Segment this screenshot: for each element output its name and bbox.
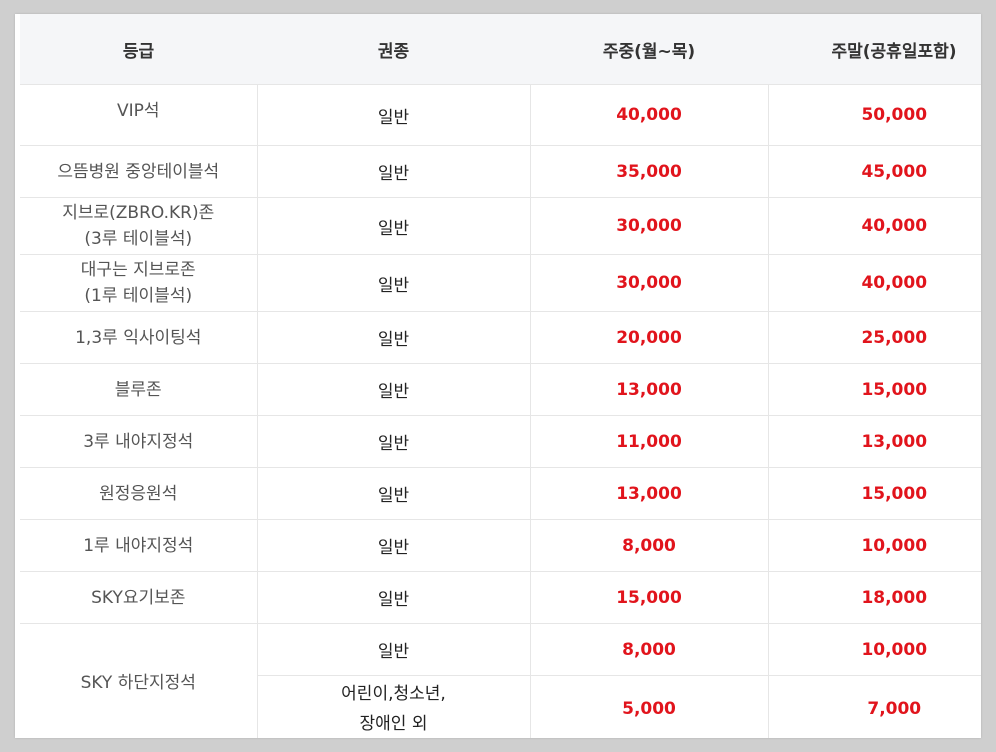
grade-line: (3루 테이블석)	[84, 229, 193, 249]
ticket-type-cell: 일반	[256, 363, 530, 416]
weekend-price: 15,000	[767, 467, 981, 520]
table-row: VIP석 일반 40,000 50,000	[20, 84, 981, 146]
table-row: 3루 내야지정석 일반 11,000 13,000	[20, 415, 981, 468]
ticket-type-cell: 일반	[256, 254, 530, 312]
grade-cell: VIP석	[20, 84, 257, 146]
weekday-price: 40,000	[529, 84, 768, 146]
table-row: 원정응원석 일반 13,000 15,000	[20, 467, 981, 520]
table-row: 으뜸병원 중앙테이블석 일반 35,000 45,000	[20, 145, 981, 198]
ticket-type-cell: 일반	[256, 519, 530, 572]
table-row: 대구는 지브로존 (1루 테이블석) 일반 30,000 40,000	[20, 254, 981, 312]
grade-cell: 3루 내야지정석	[20, 415, 257, 468]
weekend-price: 18,000	[767, 571, 981, 624]
ticket-type-cell: 일반	[256, 145, 530, 198]
weekend-price: 7,000	[767, 675, 981, 738]
grade-line: 대구는 지브로존	[80, 260, 196, 280]
weekday-price: 20,000	[529, 311, 768, 364]
table-header-row: 등급 권종 주중(월~목) 주말(공휴일포함)	[20, 14, 981, 85]
table-row: SKY요기보존 일반 15,000 18,000	[20, 571, 981, 624]
weekday-price: 13,000	[529, 363, 768, 416]
weekend-price: 10,000	[767, 519, 981, 572]
grade-line: (1루 테이블석)	[84, 286, 193, 306]
ticket-type-cell: 일반	[256, 84, 530, 146]
grade-cell: 으뜸병원 중앙테이블석	[20, 145, 257, 198]
ticket-type-cell: 일반	[256, 571, 530, 624]
weekday-price: 5,000	[529, 675, 768, 738]
weekday-price: 8,000	[529, 519, 768, 572]
grade-cell: 1루 내야지정석	[20, 519, 257, 572]
ticket-type-line: 장애인 외	[359, 714, 428, 734]
grade-cell: 블루존	[20, 363, 257, 416]
ticket-type-cell: 일반	[256, 467, 530, 520]
ticket-type-cell: 일반	[256, 415, 530, 468]
price-table-panel: 등급 권종 주중(월~목) 주말(공휴일포함) VIP석 일반 40,000 5…	[15, 14, 981, 738]
weekday-price: 11,000	[529, 415, 768, 468]
ticket-type-cell: 일반	[256, 623, 530, 676]
weekday-price: 35,000	[529, 145, 768, 198]
header-weekend: 주말(공휴일포함)	[768, 14, 981, 85]
ticket-type-cell: 어린이,청소년, 장애인 외	[256, 675, 530, 738]
weekday-price: 30,000	[529, 254, 768, 312]
weekday-price: 8,000	[529, 623, 768, 676]
ticket-type-line: 어린이,청소년,	[341, 684, 446, 704]
grade-line: 지브로(ZBRO.KR)존	[62, 203, 215, 223]
ticket-type-cell: 일반	[256, 311, 530, 364]
table-row: 1,3루 익사이팅석 일반 20,000 25,000	[20, 311, 981, 364]
table-row: SKY 하단지정석 일반 8,000 10,000	[20, 623, 981, 738]
weekend-price: 13,000	[767, 415, 981, 468]
table-row: 1루 내야지정석 일반 8,000 10,000	[20, 519, 981, 572]
grade-cell: SKY요기보존	[20, 571, 257, 624]
grade-cell: 원정응원석	[20, 467, 257, 520]
grade-cell: 지브로(ZBRO.KR)존 (3루 테이블석)	[20, 197, 257, 255]
weekday-price: 13,000	[529, 467, 768, 520]
header-grade: 등급	[20, 14, 257, 85]
table-row: 지브로(ZBRO.KR)존 (3루 테이블석) 일반 30,000 40,000	[20, 197, 981, 255]
ticket-type-cell: 일반	[256, 197, 530, 255]
weekend-price: 10,000	[767, 623, 981, 676]
grade-cell: 대구는 지브로존 (1루 테이블석)	[20, 254, 257, 312]
weekend-price: 40,000	[767, 254, 981, 312]
weekday-price: 30,000	[529, 197, 768, 255]
table-row: 블루존 일반 13,000 15,000	[20, 363, 981, 416]
weekend-price: 25,000	[767, 311, 981, 364]
grade-cell: SKY 하단지정석	[20, 623, 257, 738]
weekday-price: 15,000	[529, 571, 768, 624]
weekend-price: 45,000	[767, 145, 981, 198]
weekend-price: 50,000	[767, 84, 981, 146]
header-weekday: 주중(월~목)	[530, 14, 768, 85]
ticket-price-table: 등급 권종 주중(월~목) 주말(공휴일포함) VIP석 일반 40,000 5…	[20, 14, 981, 738]
weekend-price: 15,000	[767, 363, 981, 416]
weekend-price: 40,000	[767, 197, 981, 255]
header-ticket-type: 권종	[257, 14, 530, 85]
grade-cell: 1,3루 익사이팅석	[20, 311, 257, 364]
